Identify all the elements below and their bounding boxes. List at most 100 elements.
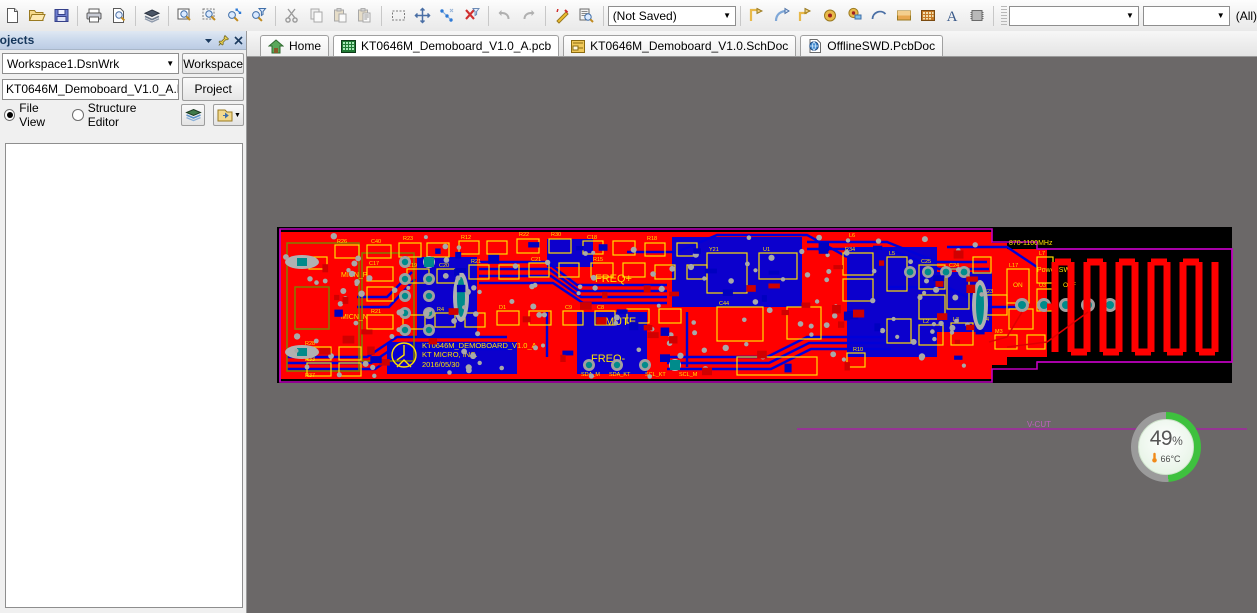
place-track-icon[interactable] [746,3,768,29]
mask-level-combo[interactable]: ▼ [1008,5,1139,26]
svg-text:C40: C40 [371,239,381,245]
board-layers-button[interactable] [181,104,205,126]
document-tab-label: OfflineSWD.PcbDoc [827,39,936,53]
svg-text:C20: C20 [439,263,449,269]
pin-icon[interactable] [216,33,231,48]
schematic-document-icon [571,39,586,53]
radio-file-view[interactable]: File View [4,101,64,129]
svg-text:R30: R30 [551,232,561,238]
open-folder-icon[interactable] [25,3,47,29]
project-options-button[interactable]: ▼ [212,104,244,126]
paste-special-icon[interactable] [354,3,376,29]
svg-text:L17: L17 [1009,263,1018,269]
place-string-icon[interactable]: A [941,3,963,29]
print-icon[interactable] [83,3,105,29]
highlight-wand-icon[interactable] [551,3,573,29]
print-preview-icon[interactable] [107,3,129,29]
workspace-value: Workspace1.DsnWrk [7,56,120,71]
document-tab-label: Home [289,39,322,53]
gauge-percent: 49% [1150,428,1183,451]
main-toolbar: (Not Saved) ▼ A ▼ ▼ (All) [0,0,1257,32]
document-tab-2[interactable]: KT0646M_Demoboard_V1.0.SchDoc [563,35,797,56]
close-icon[interactable] [231,33,246,48]
svg-text:R12: R12 [461,235,471,241]
place-fill-icon[interactable] [892,3,914,29]
silk-label-sda-kt: SDA_KT [609,372,631,378]
chevron-down-icon[interactable]: ▼ [162,55,178,73]
paste-icon[interactable] [329,3,351,29]
cpu-usage-gauge: 49% 66°C [1131,412,1201,482]
select-area-icon[interactable] [387,3,409,29]
svg-text:Y21: Y21 [709,247,719,253]
home-icon [268,38,284,54]
svg-text:L5: L5 [889,251,895,257]
toolbar-separator [168,5,169,26]
select-next-icon[interactable] [436,3,458,29]
place-polygon-icon[interactable] [917,3,939,29]
redo-icon[interactable] [518,3,540,29]
inspector-icon[interactable] [575,3,597,29]
chevron-down-icon[interactable]: ▼ [1213,7,1229,25]
net-filter-combo[interactable]: ▼ [1142,5,1230,26]
new-document-icon[interactable] [1,3,23,29]
document-tab-1[interactable]: KT0646M_Demoboard_V1.0_A.pcb [333,35,560,56]
pcb-canvas[interactable]: R26 C40 R23 R12 R22 R30 C18 R18 C17 C19 C20 R21… [247,57,1257,613]
zoom-document-icon[interactable] [174,3,196,29]
svg-text:U3: U3 [1039,283,1046,289]
svg-text:L7: L7 [1039,251,1045,257]
workspace-button[interactable]: Workspace [182,53,244,74]
svg-text:L2: L2 [923,319,929,325]
place-track2-icon[interactable] [795,3,817,29]
silk-label-freq-plus: FREQ+ [595,273,632,285]
zoom-filtered-icon[interactable] [247,3,269,29]
place-arc-track-icon[interactable] [770,3,792,29]
document-tab-3[interactable]: OfflineSWD.PcbDoc [800,35,944,56]
radio-file-view-label: File View [19,101,46,129]
pcb-web-document-icon [808,39,822,53]
projects-panel: rojects Workspace1.DsnWrk ▼ Workspace KT… [0,31,247,613]
radio-structure-editor[interactable]: Structure Editor [72,101,165,129]
thermometer-icon [1151,452,1158,465]
toolbar-grip[interactable] [1000,5,1007,26]
svg-text:C18: C18 [587,235,597,241]
silk-title-company: KT MICRO, INC. [422,350,478,359]
chevron-down-icon[interactable]: ▼ [234,112,241,119]
undo-icon[interactable] [493,3,515,29]
project-button[interactable]: Project [182,77,244,101]
place-via-icon[interactable] [819,3,841,29]
svg-text:R26: R26 [337,239,347,245]
place-component-icon[interactable] [966,3,988,29]
document-tab-0[interactable]: Home [260,35,330,56]
clear-filter-icon[interactable] [460,3,482,29]
chevron-down-icon[interactable]: ▼ [1122,7,1138,25]
svg-text:U1: U1 [763,247,770,253]
place-pad-icon[interactable] [844,3,866,29]
gauge-percent-sign: % [1172,434,1183,448]
silk-label-frequency-range: 870-1100MHz [1009,240,1053,247]
project-tree[interactable]: -KT0646M_Demoboard_V1.0_A-Source Documen… [5,143,243,608]
project-value[interactable]: KT0646M_Demoboard_V1.0_A.PrjPC [2,78,180,100]
svg-text:R37: R37 [305,373,315,379]
pcb-board-view[interactable]: R26 C40 R23 R12 R22 R30 C18 R18 C17 C19 C20 R21… [247,57,1257,613]
chevron-down-icon[interactable]: ▼ [719,7,735,25]
workspace-combo[interactable]: Workspace1.DsnWrk ▼ [2,53,180,74]
chevron-down-icon[interactable] [201,33,216,48]
zoom-selected-icon[interactable] [223,3,245,29]
workspace-row: Workspace1.DsnWrk ▼ Workspace [0,50,246,74]
silk-title-date: 2016/05/30 [422,360,460,369]
project-row: KT0646M_Demoboard_V1.0_A.PrjPC Project [0,74,246,101]
save-icon[interactable] [50,3,72,29]
document-state-combo[interactable]: (Not Saved) ▼ [607,5,737,26]
zoom-area-icon[interactable] [198,3,220,29]
toolbar-separator [545,5,547,26]
board-layers-icon[interactable] [141,3,163,29]
copy-icon[interactable] [305,3,327,29]
toolbar-separator [381,5,382,26]
move-icon[interactable] [411,3,433,29]
silk-label-scl-m: SCL_M [679,372,698,378]
svg-text:R15: R15 [593,257,603,263]
radio-structure-editor-label: Structure Editor [87,101,137,129]
silk-label-on: ON [1013,282,1023,289]
cut-icon[interactable] [280,3,302,29]
place-arc-icon[interactable] [868,3,890,29]
